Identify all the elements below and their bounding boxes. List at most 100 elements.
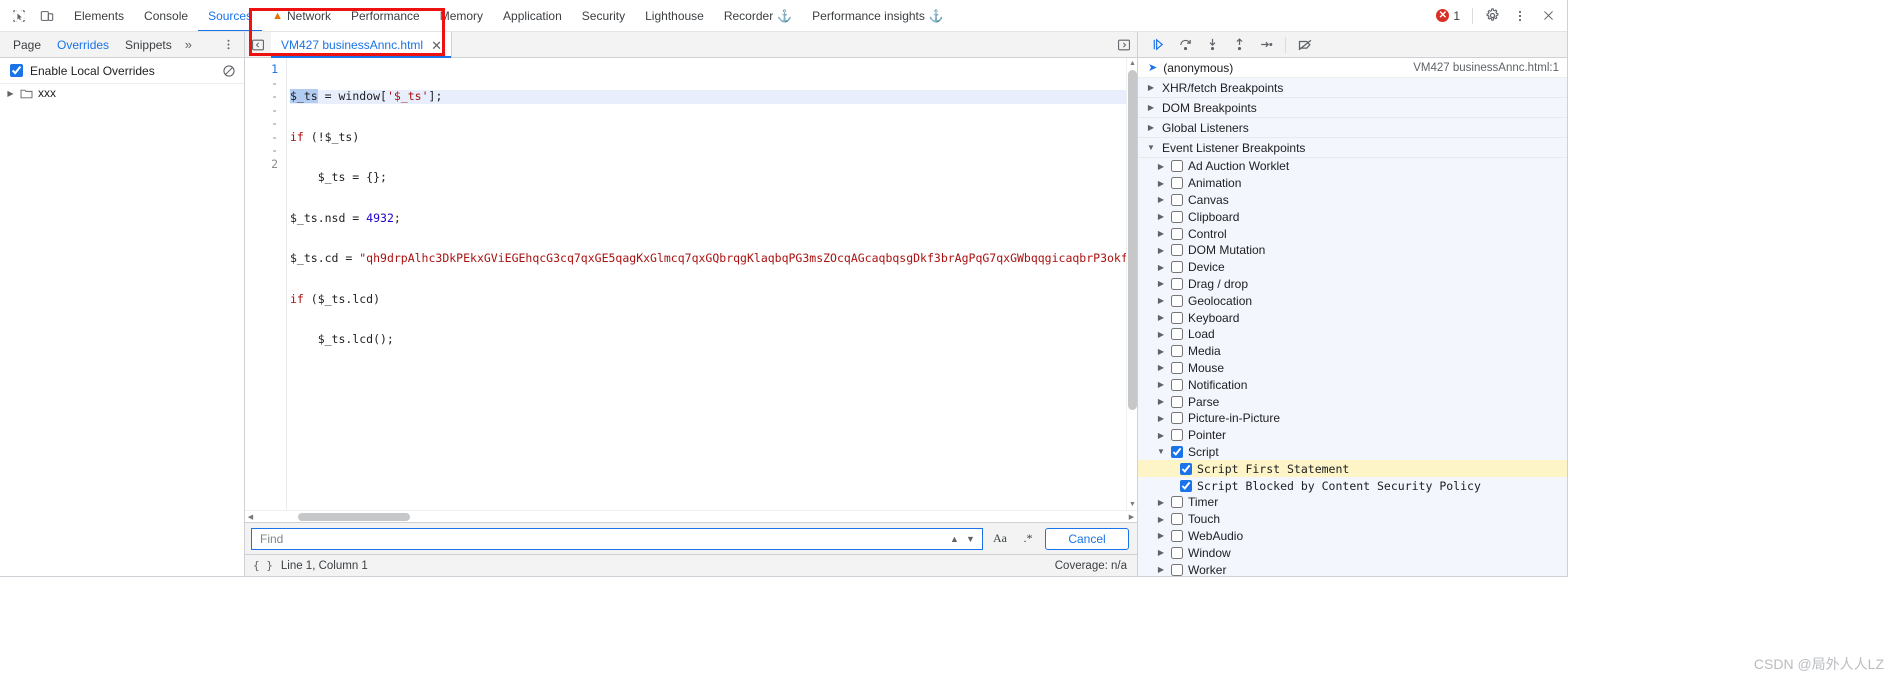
chevron-right-icon[interactable]: ▶	[1156, 380, 1166, 389]
chevron-right-icon[interactable]: ▶	[1156, 246, 1166, 255]
elb-checkbox[interactable]	[1171, 395, 1183, 408]
subtab-page[interactable]: Page	[6, 34, 48, 56]
regex-button[interactable]: .*	[1017, 528, 1039, 550]
tab-application[interactable]: Application	[493, 0, 572, 31]
elb-category-ad-auction-worklet[interactable]: ▶ Ad Auction Worklet	[1138, 158, 1567, 175]
chevron-right-icon[interactable]: ▶	[1156, 263, 1166, 272]
step-icon[interactable]	[1254, 34, 1278, 56]
elb-category-dom-mutation[interactable]: ▶ DOM Mutation	[1138, 242, 1567, 259]
pretty-print-icon[interactable]: { }	[253, 559, 273, 572]
chevron-down-icon[interactable]: ▼	[1156, 447, 1166, 456]
elb-checkbox[interactable]	[1171, 193, 1183, 206]
chevron-right-icon[interactable]: ▶	[6, 89, 15, 98]
elb-checkbox[interactable]	[1171, 244, 1183, 257]
elb-category-clipboard[interactable]: ▶ Clipboard	[1138, 208, 1567, 225]
tab-lighthouse[interactable]: Lighthouse	[635, 0, 714, 31]
elb-item-script-first-statement[interactable]: Script First Statement	[1138, 460, 1567, 478]
chevron-right-icon[interactable]: ▶	[1156, 330, 1166, 339]
tab-network[interactable]: ▲ Network	[262, 0, 341, 31]
elb-category-load[interactable]: ▶ Load	[1138, 326, 1567, 343]
tab-performance-insights[interactable]: Performance insights ⚓	[802, 0, 954, 31]
elb-checkbox[interactable]	[1171, 412, 1183, 425]
line-number[interactable]: -	[245, 143, 286, 158]
tab-console[interactable]: Console	[134, 0, 198, 31]
elb-checkbox[interactable]	[1180, 462, 1192, 475]
navigator-tree-item-xxx[interactable]: ▶ xxx	[0, 84, 244, 102]
elb-category-drag-drop[interactable]: ▶ Drag / drop	[1138, 276, 1567, 293]
elb-category-webaudio[interactable]: ▶ WebAudio	[1138, 528, 1567, 545]
match-case-button[interactable]: Aa	[989, 528, 1011, 550]
elb-checkbox[interactable]	[1171, 294, 1183, 307]
deactivate-breakpoints-icon[interactable]	[1293, 34, 1317, 56]
elb-category-parse[interactable]: ▶ Parse	[1138, 393, 1567, 410]
section-event-listener-breakpoints[interactable]: ▼ Event Listener Breakpoints	[1138, 138, 1567, 158]
elb-category-control[interactable]: ▶ Control	[1138, 225, 1567, 242]
elb-category-touch[interactable]: ▶ Touch	[1138, 511, 1567, 528]
editor-horizontal-scrollbar[interactable]: ◀ ▶	[245, 510, 1137, 522]
tab-recorder[interactable]: Recorder ⚓	[714, 0, 802, 31]
elb-category-geolocation[interactable]: ▶ Geolocation	[1138, 292, 1567, 309]
toggle-debugger-panel-icon[interactable]	[1111, 32, 1137, 58]
editor-vertical-scrollbar[interactable]: ▲ ▼	[1126, 58, 1137, 510]
elb-checkbox[interactable]	[1180, 479, 1192, 492]
elb-category-animation[interactable]: ▶ Animation	[1138, 175, 1567, 192]
chevron-up-icon[interactable]: ▲	[947, 530, 962, 548]
elb-checkbox[interactable]	[1171, 445, 1183, 458]
step-out-icon[interactable]	[1227, 34, 1251, 56]
elb-checkbox[interactable]	[1171, 227, 1183, 240]
tab-elements[interactable]: Elements	[64, 0, 134, 31]
elb-category-notification[interactable]: ▶ Notification	[1138, 376, 1567, 393]
section-xhr-fetch-breakpoints[interactable]: ▶ XHR/fetch Breakpoints	[1138, 78, 1567, 98]
elb-checkbox[interactable]	[1171, 429, 1183, 442]
code-text-area[interactable]: $_ts = window['$_ts']; if (!$_ts) $_ts =…	[287, 58, 1126, 510]
chevron-right-icon[interactable]: ▶	[1156, 279, 1166, 288]
kebab-menu-icon[interactable]	[1507, 3, 1533, 29]
horizontal-scroll-thumb[interactable]	[298, 512, 410, 521]
chevron-down-icon[interactable]: ▼	[963, 530, 978, 548]
line-number[interactable]: -	[245, 130, 286, 145]
elb-item-script-blocked-by-csp[interactable]: Script Blocked by Content Security Polic…	[1138, 477, 1567, 494]
subtab-snippets[interactable]: Snippets	[118, 34, 179, 56]
tab-memory[interactable]: Memory	[430, 0, 493, 31]
line-number[interactable]: -	[245, 89, 286, 104]
elb-category-device[interactable]: ▶ Device	[1138, 259, 1567, 276]
cancel-button[interactable]: Cancel	[1045, 527, 1129, 550]
elb-category-picture-in-picture[interactable]: ▶ Picture-in-Picture	[1138, 410, 1567, 427]
elb-checkbox[interactable]	[1171, 261, 1183, 274]
more-options-icon[interactable]	[217, 34, 240, 56]
elb-checkbox[interactable]	[1171, 546, 1183, 559]
chevron-right-icon[interactable]: ▶	[1156, 498, 1166, 507]
resume-icon[interactable]	[1146, 34, 1170, 56]
elb-checkbox[interactable]	[1171, 361, 1183, 374]
tab-sources[interactable]: Sources	[198, 0, 263, 31]
code-editor[interactable]: 1 - - - - - - 2 $_ts = window['$_ts']; i…	[245, 58, 1137, 510]
chevron-right-icon[interactable]: ▶	[1156, 531, 1166, 540]
chevron-right-icon[interactable]: ▶	[1156, 414, 1166, 423]
step-over-icon[interactable]	[1173, 34, 1197, 56]
close-icon[interactable]	[1535, 3, 1561, 29]
scroll-down-icon[interactable]: ▼	[1127, 499, 1137, 510]
step-into-icon[interactable]	[1200, 34, 1224, 56]
elb-checkbox[interactable]	[1171, 328, 1183, 341]
chevron-right-icon[interactable]: ▶	[1156, 431, 1166, 440]
chevron-right-icon[interactable]: ▶	[1156, 229, 1166, 238]
elb-checkbox[interactable]	[1171, 563, 1183, 576]
elb-category-pointer[interactable]: ▶ Pointer	[1138, 427, 1567, 444]
section-global-listeners[interactable]: ▶ Global Listeners	[1138, 118, 1567, 138]
close-tab-icon[interactable]: ✕	[430, 39, 443, 52]
chevron-right-icon[interactable]: ▶	[1156, 212, 1166, 221]
horizontal-scroll-track[interactable]	[256, 511, 1126, 523]
elb-category-window[interactable]: ▶ Window	[1138, 544, 1567, 561]
more-tabs-icon[interactable]: »	[181, 37, 196, 52]
elb-category-media[interactable]: ▶ Media	[1138, 343, 1567, 360]
elb-checkbox[interactable]	[1171, 210, 1183, 223]
elb-checkbox[interactable]	[1171, 345, 1183, 358]
elb-category-keyboard[interactable]: ▶ Keyboard	[1138, 309, 1567, 326]
vertical-scroll-thumb[interactable]	[1128, 70, 1137, 410]
search-input[interactable]	[258, 530, 943, 547]
elb-checkbox[interactable]	[1171, 496, 1183, 509]
enable-local-overrides-row[interactable]: Enable Local Overrides	[0, 58, 244, 84]
scroll-left-icon[interactable]: ◀	[245, 511, 256, 523]
elb-category-worker[interactable]: ▶ Worker	[1138, 561, 1567, 576]
line-number[interactable]: -	[245, 76, 286, 91]
